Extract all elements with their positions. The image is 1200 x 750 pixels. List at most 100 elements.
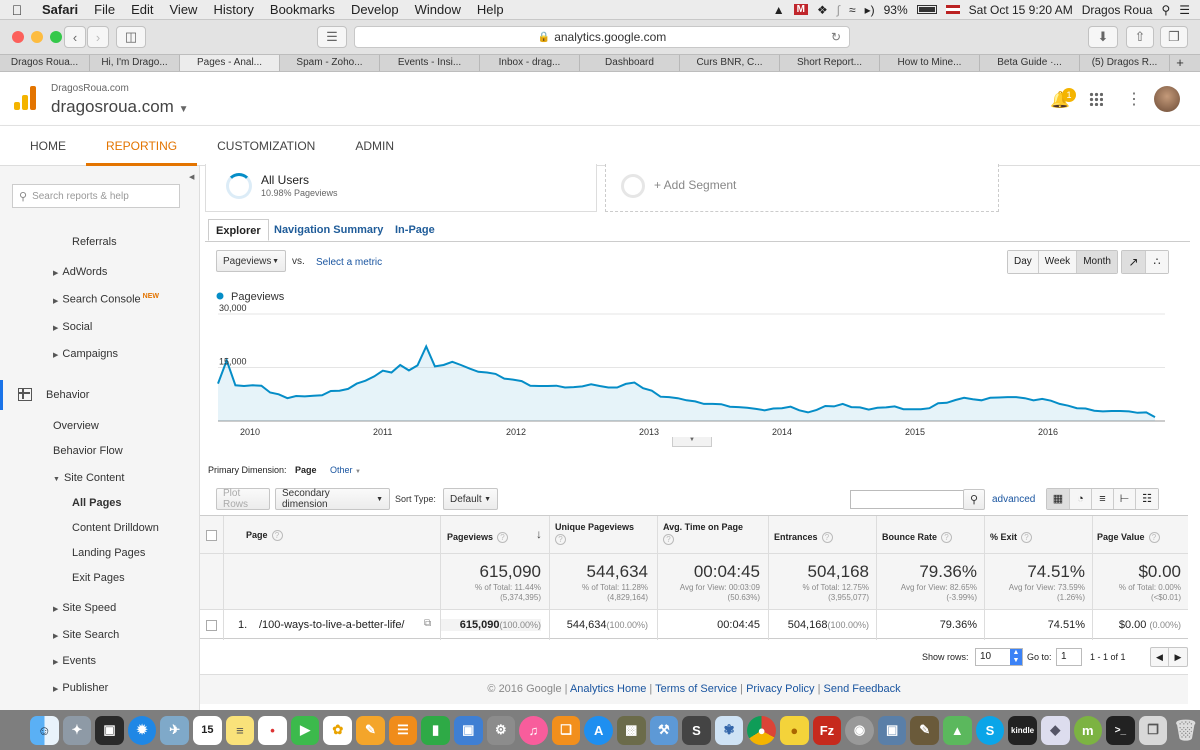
- forward-button[interactable]: ›: [87, 26, 109, 48]
- sidebar-item-behavior[interactable]: Behavior: [46, 389, 89, 401]
- kindle-icon[interactable]: kindle: [1008, 715, 1037, 745]
- add-tab-icon[interactable]: +: [1170, 55, 1190, 71]
- new-tab-button[interactable]: ❐: [1160, 26, 1188, 48]
- sort-type-select[interactable]: Default ▼: [443, 488, 498, 510]
- sync-icon[interactable]: ❖: [817, 3, 828, 17]
- browser-tab[interactable]: Inbox - drag...: [480, 55, 580, 71]
- sidebar-item-events[interactable]: ▶ Events: [53, 655, 96, 667]
- row-checkbox[interactable]: [206, 620, 217, 631]
- share-button[interactable]: ⇧: [1126, 26, 1154, 48]
- presentation-icon[interactable]: ▣: [453, 715, 483, 745]
- footer-analytics-home[interactable]: Analytics Home: [570, 683, 646, 695]
- browser-tab[interactable]: Short Report...: [780, 55, 880, 71]
- col-header-bounce-rate[interactable]: Bounce Rate?: [882, 532, 953, 543]
- xcode-icon[interactable]: ⚒: [649, 715, 679, 745]
- col-header-page-value[interactable]: Page Value?: [1097, 532, 1160, 543]
- sidebar-item-campaigns[interactable]: ▶ Campaigns: [53, 348, 118, 360]
- apps-grid-icon[interactable]: [1089, 92, 1103, 106]
- calendar-icon[interactable]: 15: [193, 715, 222, 745]
- tab-navigation-summary[interactable]: Navigation Summary: [267, 219, 390, 241]
- chart-expand-handle[interactable]: ▼: [672, 437, 712, 447]
- cyberduck-icon[interactable]: ●: [780, 715, 809, 745]
- sidebar-item-site-content[interactable]: ▼ Site Content: [53, 472, 124, 484]
- terminal-alt-icon[interactable]: ▩: [616, 715, 646, 745]
- help-icon[interactable]: ?: [941, 532, 953, 543]
- table-row[interactable]: 1. /100-ways-to-live-a-better-life/ ⧉ 61…: [200, 610, 1188, 640]
- mindmap-icon[interactable]: ✾: [714, 715, 744, 745]
- browser-tab[interactable]: Dashboard: [580, 55, 680, 71]
- performance-view-icon[interactable]: ≡: [1092, 489, 1114, 509]
- itunes-icon[interactable]: ♫: [519, 715, 548, 745]
- plot-rows-button[interactable]: Plot Rows: [216, 488, 270, 510]
- scrivener-icon[interactable]: S: [682, 715, 711, 745]
- mining-app-icon[interactable]: m: [1073, 715, 1103, 745]
- safari-icon[interactable]: ✹: [127, 715, 157, 745]
- image-capture-icon[interactable]: ▣: [877, 715, 907, 745]
- line-chart-icon[interactable]: ↗: [1122, 251, 1146, 273]
- goto-input[interactable]: 1: [1056, 648, 1082, 666]
- sidebar-item-content-drilldown[interactable]: Content Drilldown: [72, 522, 159, 534]
- keynote-icon[interactable]: ☰: [388, 715, 418, 745]
- ethereum-icon[interactable]: ◆: [1040, 715, 1070, 745]
- help-icon[interactable]: ?: [821, 532, 833, 543]
- browser-tab-active[interactable]: Pages - Anal...: [180, 55, 280, 71]
- tab-in-page[interactable]: In-Page: [388, 219, 442, 241]
- browser-tab[interactable]: Events - Insi...: [380, 55, 480, 71]
- photos-icon[interactable]: ✿: [323, 715, 353, 745]
- period-day-button[interactable]: Day: [1008, 251, 1039, 273]
- mail-icon[interactable]: M: [793, 4, 808, 15]
- col-header-exit[interactable]: % Exit?: [990, 532, 1033, 543]
- sidebar-toggle-button[interactable]: ◫: [116, 26, 146, 48]
- filter-search-button[interactable]: ⚲: [963, 489, 985, 510]
- flag-icon[interactable]: [945, 5, 960, 14]
- advanced-filter-link[interactable]: advanced: [992, 494, 1035, 505]
- filezilla-icon[interactable]: Fz: [812, 715, 842, 745]
- script-editor-icon[interactable]: ✎: [910, 715, 940, 745]
- mission-control-icon[interactable]: ▣: [95, 715, 124, 745]
- sidebar-item-landing-pages[interactable]: Landing Pages: [72, 547, 145, 559]
- menu-file[interactable]: File: [86, 2, 123, 17]
- skype-icon[interactable]: S: [975, 715, 1005, 745]
- wifi-icon[interactable]: ≈: [849, 3, 856, 17]
- sidebar-item-exit-pages[interactable]: Exit Pages: [72, 572, 125, 584]
- evernote-icon[interactable]: ▲: [943, 715, 972, 745]
- sidebar-collapse-icon[interactable]: ◀: [189, 173, 194, 181]
- metric-selector[interactable]: Pageviews ▼: [216, 250, 286, 272]
- minimize-window-icon[interactable]: [31, 31, 43, 43]
- nav-home[interactable]: HOME: [0, 126, 86, 166]
- spotlight-icon[interactable]: ⚲: [1161, 3, 1170, 17]
- notes-icon[interactable]: ≡: [225, 715, 255, 745]
- property-selector[interactable]: dragosroua.com ▼: [51, 97, 188, 117]
- trash-icon[interactable]: 🗑: [1171, 716, 1200, 745]
- sidebar-item-site-speed[interactable]: ▶ Site Speed: [53, 602, 116, 614]
- next-page-button[interactable]: ▶: [1169, 648, 1187, 666]
- sidebar-item-social[interactable]: ▶ Social: [53, 321, 92, 333]
- apple-icon[interactable]: : [0, 2, 34, 18]
- help-icon[interactable]: ?: [271, 530, 283, 541]
- menu-view[interactable]: View: [162, 2, 206, 17]
- facetime-icon[interactable]: ▶: [290, 715, 320, 745]
- menu-window[interactable]: Window: [407, 2, 469, 17]
- add-segment-button[interactable]: + Add Segment: [605, 164, 999, 212]
- col-header-page[interactable]: Page?: [246, 530, 283, 541]
- menu-app[interactable]: Safari: [34, 2, 86, 17]
- prev-page-button[interactable]: ◀: [1151, 648, 1169, 666]
- col-header-pageviews[interactable]: Pageviews?: [447, 532, 509, 543]
- sort-desc-icon[interactable]: ↓: [536, 527, 542, 541]
- pie-view-icon[interactable]: ◔: [1070, 489, 1092, 509]
- battery-icon[interactable]: [916, 5, 937, 14]
- col-header-entrances[interactable]: Entrances?: [774, 532, 833, 543]
- tab-explorer[interactable]: Explorer: [208, 219, 269, 241]
- sidebar-item-site-search[interactable]: ▶ Site Search: [53, 629, 119, 641]
- menu-history[interactable]: History: [205, 2, 261, 17]
- footer-terms[interactable]: Terms of Service: [655, 683, 737, 695]
- numbers-icon[interactable]: ▮: [421, 715, 450, 745]
- sidebar-item-overview[interactable]: Overview: [53, 420, 99, 432]
- browser-tab[interactable]: Spam - Zoho...: [280, 55, 380, 71]
- secondary-dimension-button[interactable]: Secondary dimension ▼: [275, 488, 390, 510]
- system-preferences-icon[interactable]: ⚙: [486, 715, 516, 745]
- chrome-icon[interactable]: ●: [747, 715, 777, 745]
- select-all-checkbox[interactable]: [206, 530, 217, 541]
- table-filter-input[interactable]: [850, 490, 964, 509]
- documents-folder-icon[interactable]: ❐: [1138, 715, 1168, 745]
